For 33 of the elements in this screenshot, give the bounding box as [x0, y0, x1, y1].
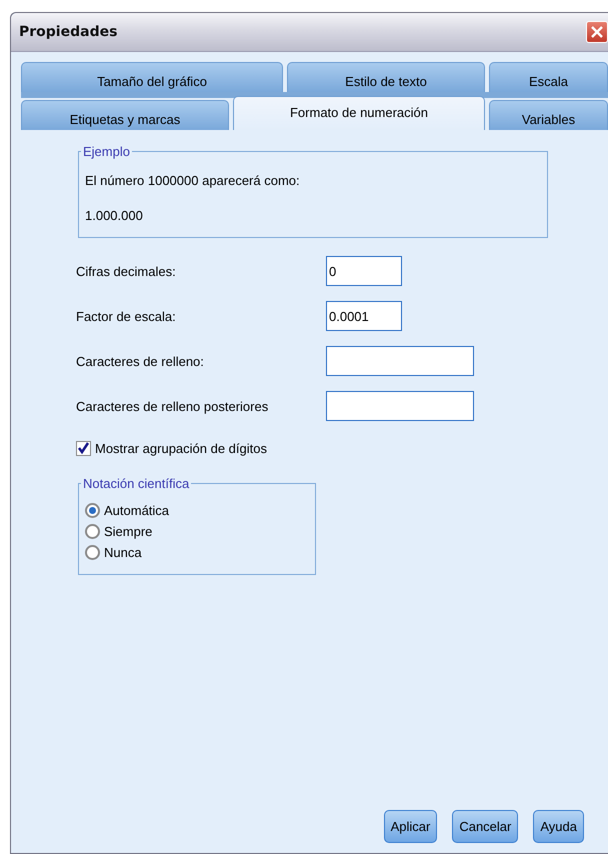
- radio-label: Automática: [104, 503, 170, 518]
- dialog-button[interactable]: Ayuda: [533, 810, 584, 843]
- field-label: Cifras decimales:: [76, 264, 177, 278]
- window-title: Propiedades: [19, 24, 118, 40]
- group-legend: Notación científica: [81, 476, 192, 491]
- radio-label: Nunca: [104, 545, 142, 560]
- radio-button[interactable]: [85, 503, 100, 518]
- radio-button[interactable]: [85, 524, 100, 539]
- input-field[interactable]: [326, 391, 474, 421]
- tab[interactable]: Formato de numeración: [233, 96, 485, 130]
- field-label: Factor de escala:: [76, 308, 177, 324]
- tab[interactable]: Variables: [489, 100, 608, 130]
- field-label: Caracteres de relleno posteriores: [76, 398, 270, 414]
- close-button[interactable]: [586, 21, 608, 43]
- checkbox[interactable]: [76, 441, 91, 456]
- tab[interactable]: Escala: [489, 62, 608, 92]
- radio-button[interactable]: [85, 545, 100, 560]
- example-description: El número 1000000 aparecerá como:: [85, 173, 301, 188]
- example-result: 1.000.000: [85, 208, 144, 223]
- dialog-button[interactable]: Cancelar: [452, 810, 518, 843]
- field-label: Caracteres de relleno:: [76, 354, 205, 368]
- tab[interactable]: Estilo de texto: [287, 62, 485, 92]
- input-field[interactable]: 0: [326, 256, 402, 286]
- group-legend: Ejemplo: [81, 144, 132, 159]
- radio-label: Siempre: [104, 524, 152, 539]
- tab[interactable]: Etiquetas y marcas: [21, 100, 229, 130]
- checkmark-icon: [77, 442, 90, 455]
- input-field[interactable]: [326, 346, 474, 376]
- checkbox-label: Mostrar agrupación de dígitos: [95, 441, 267, 456]
- close-icon: [590, 25, 604, 39]
- input-field[interactable]: 0.0001: [326, 301, 402, 331]
- tab[interactable]: Tamaño del gráfico: [21, 62, 283, 92]
- dialog-button[interactable]: Aplicar: [384, 810, 438, 843]
